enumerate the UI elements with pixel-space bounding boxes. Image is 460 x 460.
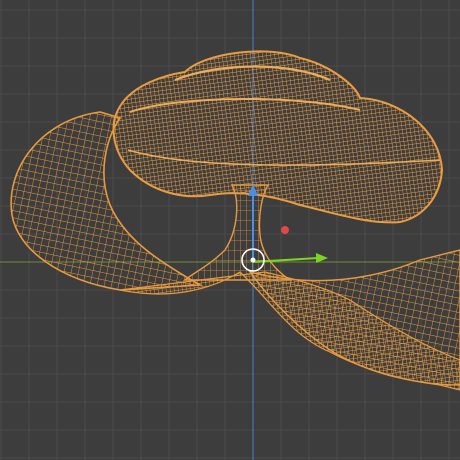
viewport-canvas[interactable] bbox=[0, 0, 460, 460]
gizmo-y-handle-icon[interactable] bbox=[281, 226, 289, 234]
stem bbox=[183, 184, 293, 281]
pivot-center-icon bbox=[250, 257, 256, 263]
3d-viewport[interactable] bbox=[0, 0, 460, 460]
